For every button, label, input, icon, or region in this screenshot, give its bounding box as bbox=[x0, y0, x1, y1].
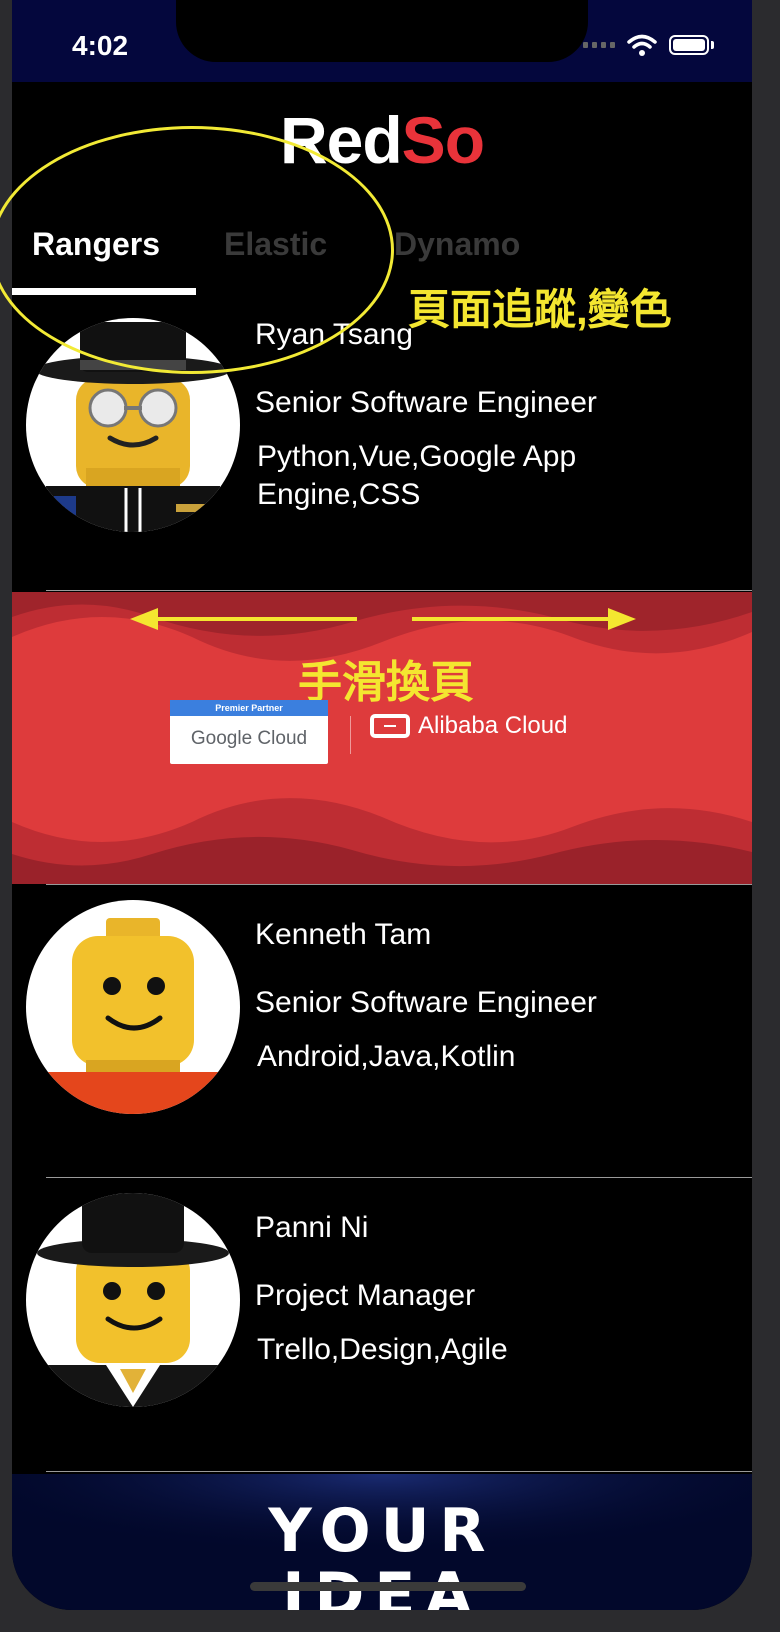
alibaba-cloud-icon bbox=[370, 714, 410, 738]
wifi-icon bbox=[627, 34, 657, 56]
partner-badge-label: Premier Partner bbox=[170, 700, 328, 716]
google-cloud-badge: Premier Partner Google Cloud bbox=[170, 700, 328, 764]
status-bar: 4:02 bbox=[12, 0, 752, 82]
member-card-2[interactable]: Kenneth Tam Senior Software Engineer And… bbox=[12, 884, 752, 1174]
divider bbox=[46, 1471, 752, 1472]
google-cloud-label: Google Cloud bbox=[190, 728, 308, 749]
notch bbox=[176, 0, 588, 62]
banner-text-line1: YOUR bbox=[268, 1496, 496, 1566]
member-role: Project Manager bbox=[255, 1279, 476, 1312]
member-role: Senior Software Engineer bbox=[255, 986, 597, 1019]
device-frame: 4:02 RedSo Rangers Elastic Dynamo Ryan T… bbox=[0, 0, 780, 1632]
battery-icon bbox=[669, 35, 709, 55]
member-skills: Android,Java,Kotlin bbox=[257, 1040, 516, 1073]
avatar-panni bbox=[26, 1193, 240, 1407]
signal-icon bbox=[583, 42, 615, 48]
logo-so-part: So bbox=[401, 103, 485, 177]
divider bbox=[46, 590, 752, 591]
status-time: 4:02 bbox=[72, 30, 129, 61]
alibaba-cloud-label: Alibaba Cloud bbox=[418, 712, 568, 739]
member-name: Kenneth Tam bbox=[255, 918, 432, 951]
member-skills: Trello,Design,Agile bbox=[257, 1333, 508, 1366]
banner-separator bbox=[350, 716, 351, 754]
tab-annotation-text: 頁面追蹤,變色 bbox=[408, 286, 672, 333]
tab-dynamo[interactable]: Dynamo bbox=[394, 226, 520, 263]
home-indicator[interactable] bbox=[250, 1582, 526, 1591]
alibaba-cloud-logo: Alibaba Cloud bbox=[370, 712, 567, 740]
member-role: Senior Software Engineer bbox=[255, 386, 597, 419]
avatar-kenneth bbox=[26, 900, 240, 1114]
battery-tip bbox=[711, 41, 714, 49]
member-name: Panni Ni bbox=[255, 1211, 369, 1244]
member-skills: Python,Vue,Google App Engine,CSS bbox=[257, 440, 577, 511]
status-icons bbox=[583, 34, 714, 56]
member-card-3[interactable]: Panni Ni Project Manager Trello,Design,A… bbox=[12, 1177, 752, 1467]
tab-annotation-ellipse bbox=[0, 126, 394, 374]
